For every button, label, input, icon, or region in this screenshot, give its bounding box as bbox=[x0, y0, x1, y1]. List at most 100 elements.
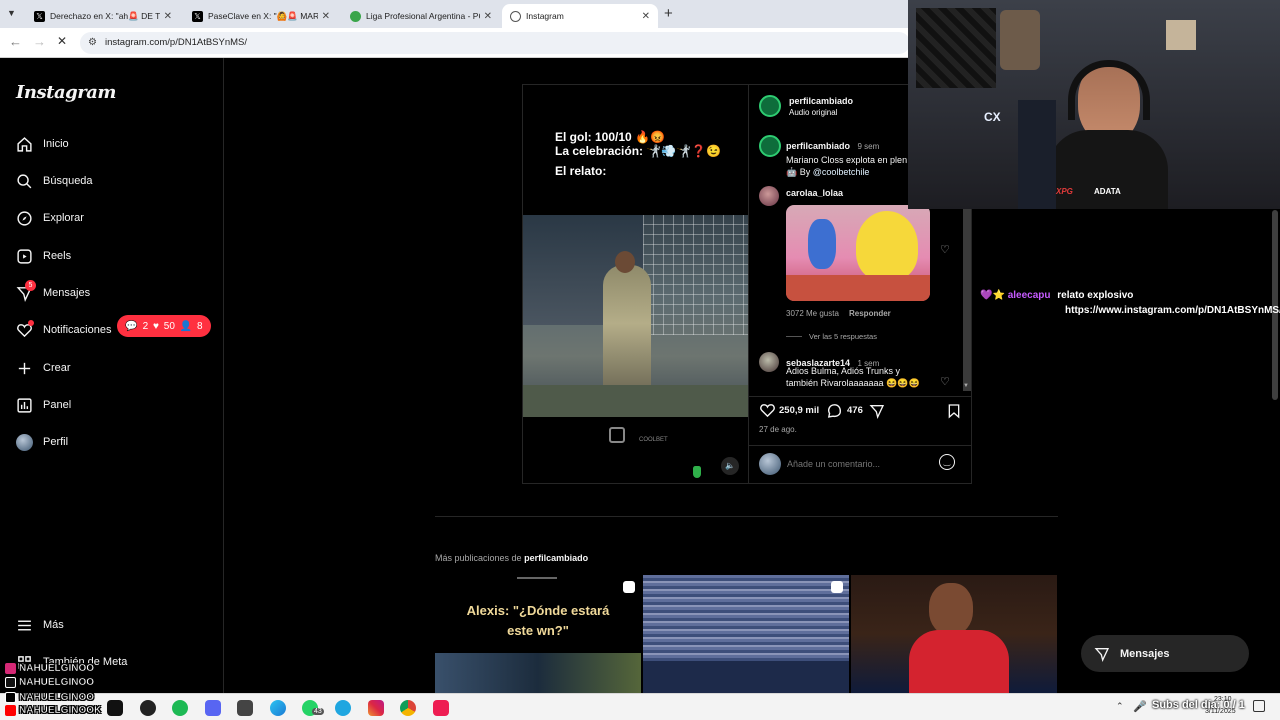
spotify-app-icon[interactable] bbox=[172, 700, 188, 716]
notes-app-icon[interactable] bbox=[237, 700, 253, 716]
nav-notificaciones[interactable]: Notificaciones bbox=[16, 317, 111, 343]
view-replies-button[interactable]: Ver las 5 respuestas bbox=[809, 332, 877, 341]
like-comment-icon[interactable]: ♡ bbox=[940, 243, 950, 256]
nav-mas[interactable]: Más bbox=[16, 612, 64, 638]
commenter-avatar[interactable] bbox=[759, 352, 779, 372]
nav-mensajes[interactable]: Mensajes 5 bbox=[16, 280, 90, 306]
gaming-chair bbox=[1018, 100, 1056, 209]
stop-loading-icon[interactable]: ✕ bbox=[57, 34, 67, 48]
webcam-overlay: CX XPG ADATA bbox=[908, 0, 1280, 209]
add-comment-input[interactable] bbox=[787, 455, 927, 473]
headphones bbox=[1068, 60, 1150, 120]
like-button[interactable]: 250,9 mil bbox=[759, 402, 819, 419]
comment-username[interactable]: carolaa_lolaa bbox=[786, 188, 843, 198]
capcut-app-icon[interactable] bbox=[140, 700, 156, 716]
tiktok-app-icon[interactable] bbox=[107, 700, 123, 716]
commenter-avatar[interactable] bbox=[759, 186, 779, 206]
heart-icon bbox=[760, 404, 775, 418]
comment-divider bbox=[749, 445, 972, 446]
notifications-center-icon[interactable] bbox=[1253, 700, 1265, 712]
nav-perfil[interactable]: Perfil bbox=[16, 429, 68, 455]
frame-on-wall bbox=[1166, 20, 1196, 50]
volume-button[interactable]: 🔈 bbox=[721, 457, 739, 475]
nav-panel[interactable]: Panel bbox=[16, 392, 71, 418]
site-info-icon[interactable]: ⚙ bbox=[88, 32, 97, 54]
nav-reels[interactable]: Reels bbox=[16, 243, 71, 269]
close-tab-icon[interactable]: ✕ bbox=[322, 11, 330, 22]
nav-inicio[interactable]: Inicio bbox=[16, 131, 69, 157]
whatsapp-app-icon[interactable]: 43 bbox=[302, 700, 324, 716]
author-avatar[interactable] bbox=[759, 95, 781, 117]
notification-dot bbox=[28, 320, 34, 326]
player-head bbox=[929, 583, 973, 635]
notifications-popup[interactable]: 💬 2 ♥ 50 👤 8 bbox=[117, 315, 211, 337]
new-tab-button[interactable]: + bbox=[664, 5, 673, 22]
back-icon[interactable]: ← bbox=[9, 34, 22, 49]
instagram-app-icon[interactable] bbox=[368, 700, 384, 716]
more-posts-text: Más publicaciones de bbox=[435, 553, 522, 563]
close-tab-icon[interactable]: ✕ bbox=[484, 11, 492, 22]
edge-app-icon[interactable] bbox=[270, 700, 286, 716]
author-username[interactable]: perfilcambiado bbox=[789, 96, 853, 106]
plus-icon bbox=[18, 362, 31, 374]
tray-chevron-icon[interactable]: ⌃ bbox=[1116, 701, 1124, 712]
comment-username[interactable]: perfilcambiado bbox=[786, 141, 850, 151]
nav-crear[interactable]: Crear bbox=[16, 355, 71, 381]
comment-gif-simpsons[interactable] bbox=[786, 205, 930, 301]
chrome-app-icon[interactable] bbox=[400, 700, 416, 716]
discord-app-icon[interactable] bbox=[205, 700, 221, 716]
instagram-logo[interactable]: Instagram bbox=[16, 82, 116, 103]
post-media[interactable]: El gol: 100/10 🔥😡 La celebración: 🤺💨🤺❓😉 … bbox=[523, 85, 748, 483]
like-comment-icon[interactable]: ♡ bbox=[940, 375, 950, 388]
post-modal: El gol: 100/10 🔥😡 La celebración: 🤺💨🤺❓😉 … bbox=[522, 84, 972, 484]
url-field[interactable]: ⚙ instagram.com/p/DN1AtBSYnMS/ bbox=[80, 32, 910, 54]
reel-icon bbox=[623, 581, 635, 593]
tab-instagram[interactable]: Instagram ✕ bbox=[502, 4, 658, 28]
comment-icon: 💬 bbox=[125, 320, 138, 332]
close-tab-icon[interactable]: ✕ bbox=[164, 11, 172, 22]
more-posts-author[interactable]: perfilcambiado bbox=[524, 553, 588, 563]
emoji-icon[interactable]: ‿ bbox=[939, 454, 955, 470]
nav-label: Panel bbox=[43, 399, 72, 411]
nav-explorar[interactable]: Explorar bbox=[16, 205, 84, 231]
close-tab-icon[interactable]: ✕ bbox=[642, 11, 650, 22]
tab-paseclave[interactable]: 𝕏 PaseClave en X: "🙆🚨 MARIANO ✕ bbox=[184, 4, 338, 28]
author-avatar[interactable] bbox=[759, 135, 781, 157]
tiktok-app-icon[interactable] bbox=[433, 700, 449, 716]
forward-icon[interactable]: → bbox=[33, 34, 46, 49]
grass bbox=[523, 385, 748, 417]
audio-label[interactable]: Audio original bbox=[789, 108, 837, 117]
bookmark-icon[interactable] bbox=[946, 403, 962, 419]
browser-app-icon[interactable] bbox=[335, 700, 351, 716]
clock-date[interactable]: 3/11/2025 bbox=[1205, 708, 1236, 715]
tab-search-dropdown-icon[interactable]: ▼ bbox=[7, 8, 19, 20]
messages-count-badge: 5 bbox=[25, 280, 36, 291]
messages-floating-button[interactable]: Mensajes bbox=[1081, 635, 1249, 672]
avatar-icon bbox=[16, 433, 33, 451]
microphone-icon[interactable]: 🎤 bbox=[1133, 700, 1147, 713]
mention-link[interactable]: @coolbetchile bbox=[813, 167, 870, 177]
xpg-label: XPG bbox=[1056, 187, 1073, 196]
nav-busqueda[interactable]: Búsqueda bbox=[16, 168, 93, 194]
share-icon[interactable] bbox=[869, 403, 885, 419]
reply-button[interactable]: Responder bbox=[849, 309, 891, 318]
tab-title: PaseClave en X: "🙆🚨 MARIANO bbox=[208, 10, 318, 21]
video-frame[interactable] bbox=[523, 215, 748, 417]
more-post-thumb-1[interactable]: Alexis: "¿Dónde estará este wn?" bbox=[435, 575, 641, 693]
more-post-thumb-2[interactable] bbox=[643, 575, 849, 693]
tab-derechazo[interactable]: 𝕏 Derechazo en X: "ah🚨 DE TERF ✕ bbox=[26, 4, 180, 28]
lpf-icon bbox=[350, 10, 361, 22]
scroll-down-arrow[interactable]: ▼ bbox=[963, 383, 969, 389]
comment-text: Adios Bulma, Adiós Trunks y bbox=[786, 366, 901, 376]
comments-scrollbar[interactable] bbox=[963, 205, 971, 391]
nav-label: Mensajes bbox=[43, 287, 91, 299]
tab-liga-profesional[interactable]: Liga Profesional Argentina - PC ✕ bbox=[342, 4, 500, 28]
clock-time[interactable]: 23:10 bbox=[1214, 696, 1232, 703]
comment-button[interactable]: 476 bbox=[826, 402, 863, 419]
stream-handle-youtube: NAHUELGINOOK bbox=[5, 705, 101, 716]
more-post-thumb-3[interactable] bbox=[851, 575, 1057, 693]
thumb-caption: Alexis: "¿Dónde estará este wn?" bbox=[466, 603, 610, 638]
robot-emoji-icon: 🤖 bbox=[786, 167, 798, 177]
nav-label: Más bbox=[43, 619, 64, 631]
more-posts-divider bbox=[435, 516, 1058, 517]
